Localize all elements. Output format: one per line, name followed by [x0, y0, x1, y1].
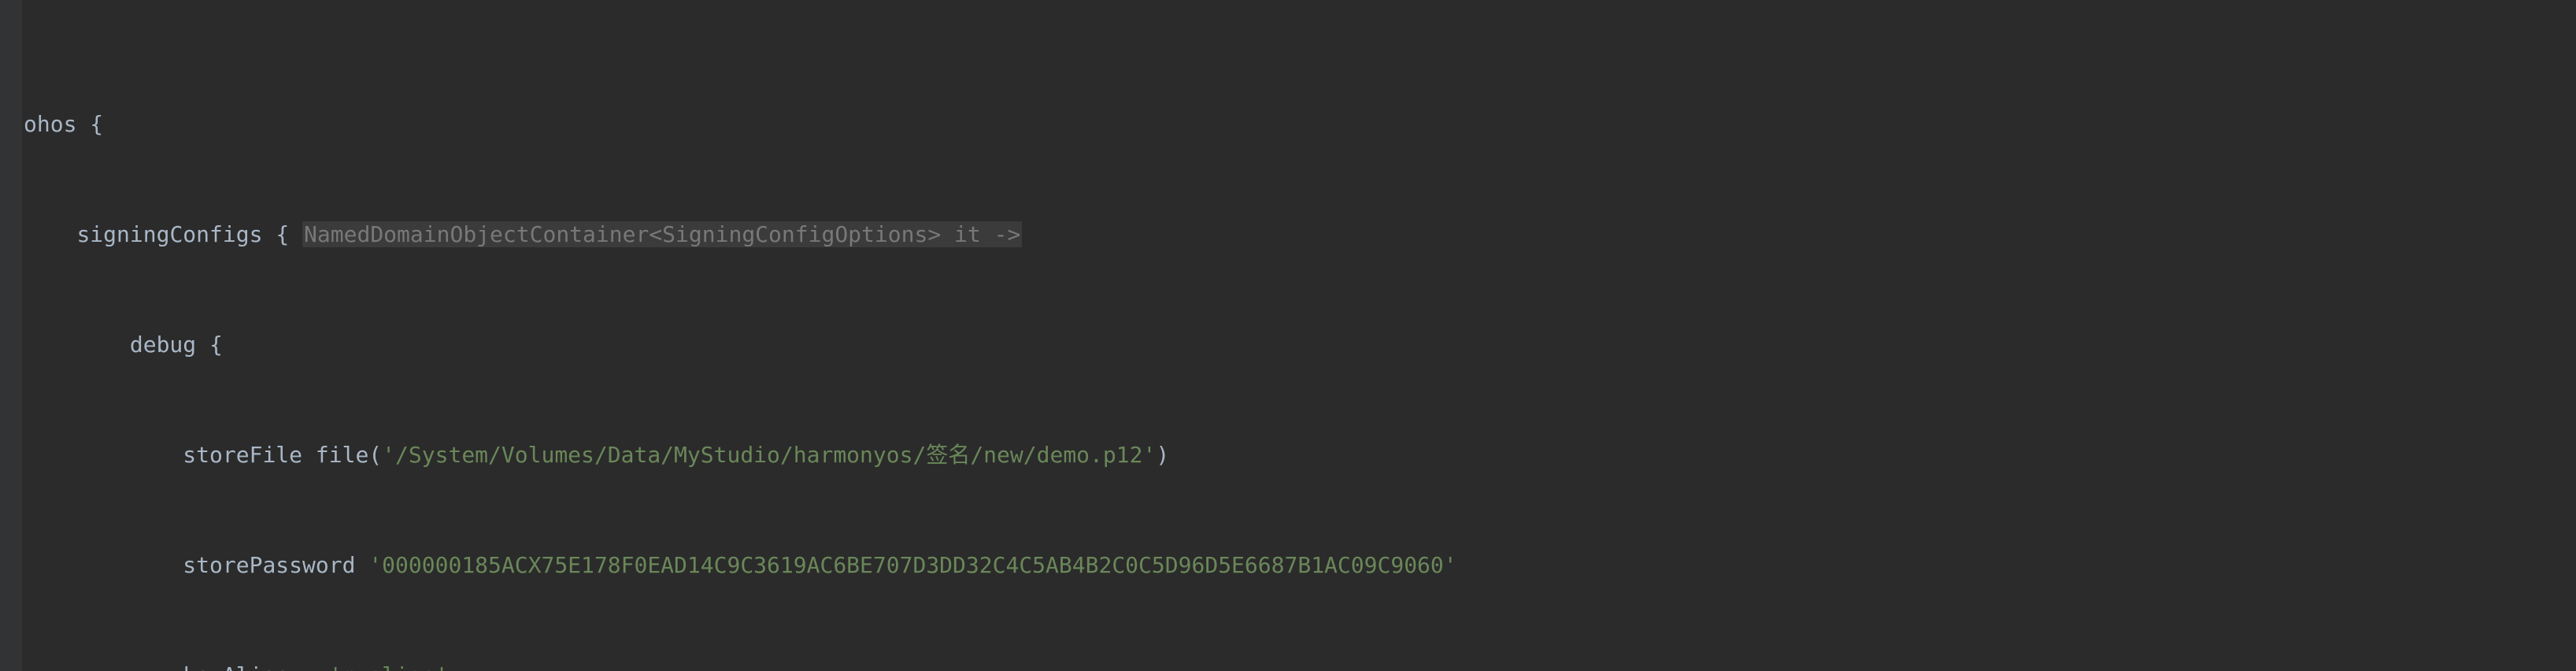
- code-line: storePassword '000000185ACX75E178F0EAD14…: [24, 551, 2576, 579]
- token-brace: {: [209, 332, 223, 358]
- gutter: [0, 0, 22, 671]
- token-paren: ): [1156, 442, 1169, 468]
- code-line: signingConfigs { NamedDomainObjectContai…: [24, 221, 2576, 248]
- parameter-hint: NamedDomainObjectContainer<SigningConfig…: [302, 221, 1022, 247]
- token-ident: storePassword: [183, 552, 368, 578]
- code-line: keyAlias = 'myalias': [24, 662, 2576, 671]
- token-ident: storeFile: [183, 442, 316, 468]
- code-editor[interactable]: ohos { signingConfigs { NamedDomainObjec…: [0, 0, 2576, 671]
- token-string: '000000185ACX75E178F0EAD14C9C3619AC6BE70…: [368, 552, 1456, 578]
- token-brace: {: [90, 111, 103, 137]
- token-quote: ': [435, 662, 449, 671]
- token-ident: signingConfigs: [76, 221, 276, 247]
- token-ident: ohos: [24, 111, 90, 137]
- token-quote: ': [329, 662, 342, 671]
- indent: [24, 221, 76, 247]
- code-line: storeFile file('/System/Volumes/Data/MyS…: [24, 441, 2576, 469]
- indent: [24, 442, 183, 468]
- token-call: file(: [316, 442, 382, 468]
- indent: [24, 552, 183, 578]
- token-brace: {: [276, 221, 302, 247]
- code-line: ohos {: [24, 110, 2576, 138]
- indent: [24, 332, 130, 358]
- token-ident: debug: [130, 332, 209, 358]
- token-ident: keyAlias: [183, 662, 302, 671]
- code-line: debug {: [24, 331, 2576, 358]
- token-string: '/System/Volumes/Data/MyStudio/harmonyos…: [382, 442, 1156, 468]
- token-eq: =: [302, 662, 329, 671]
- indent: [24, 662, 183, 671]
- token-typo: myalias: [342, 662, 435, 671]
